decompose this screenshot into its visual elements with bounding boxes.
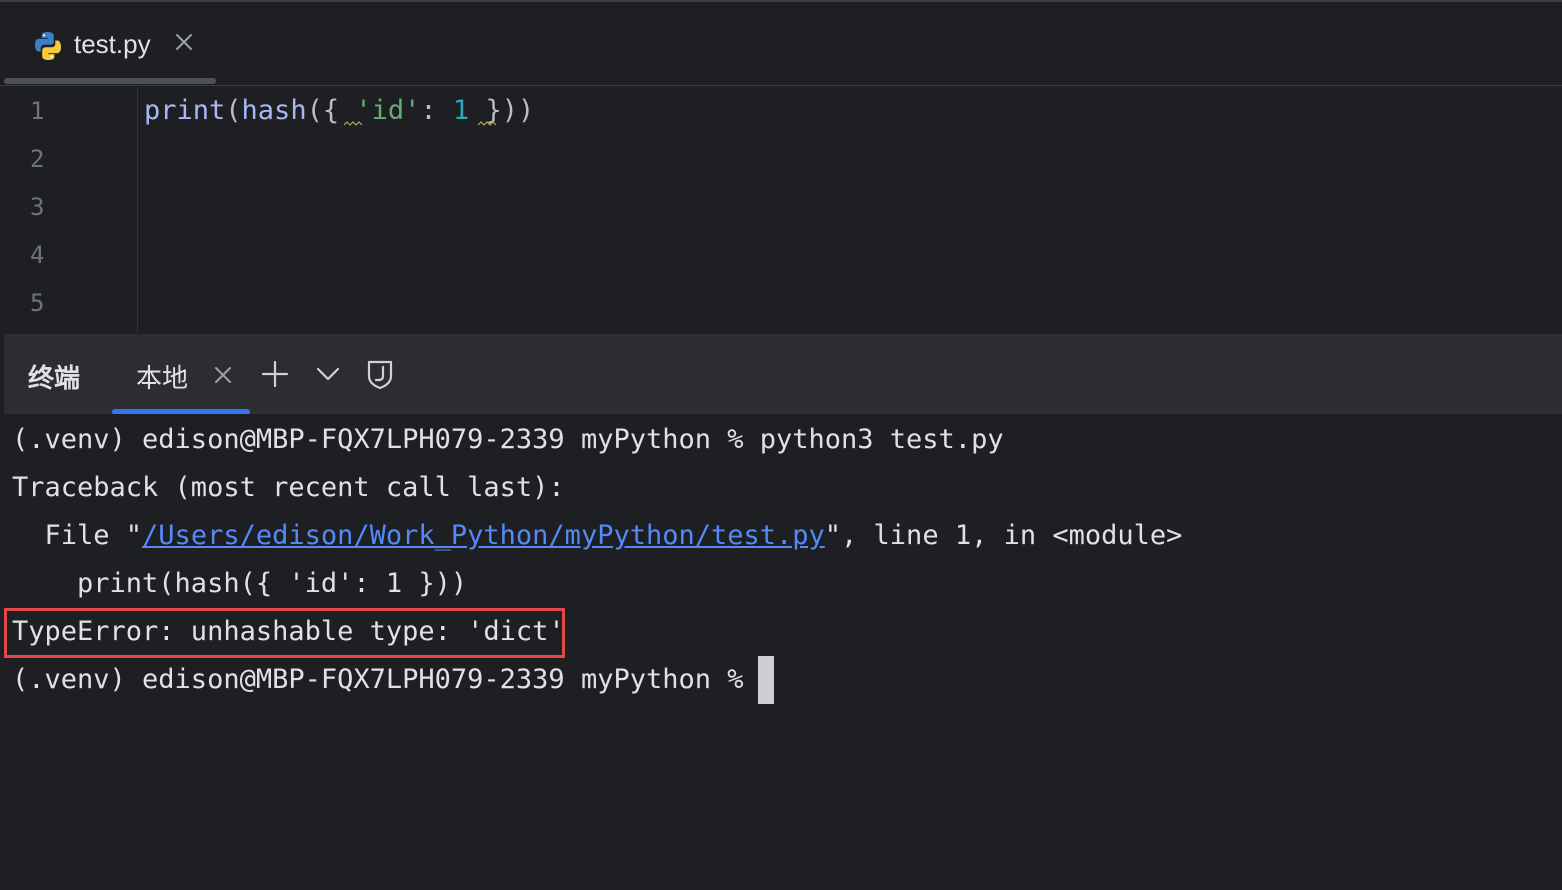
chevron-down-icon[interactable] [312,358,344,390]
terminal-file-line: File "/Users/edison/Work_Python/myPython… [12,512,1183,560]
code-token-print: print [144,95,226,126]
tab-filename: test.py [74,29,151,59]
code-token-string: 'id' [355,95,421,126]
editor-tab-bar: test.py [0,2,1562,86]
file-prefix: File " [12,520,143,551]
line-number: 4 [30,241,45,269]
close-icon[interactable] [172,30,196,54]
line-number: 1 [30,97,45,125]
terminal-tab-local[interactable]: 本地 [112,334,250,415]
terminal-output[interactable]: (.venv) edison@MBP-FQX7LPH079-2339 myPyt… [0,414,1562,890]
prompt-text: (.venv) edison@MBP-FQX7LPH079-2339 myPyt… [12,664,744,695]
error-highlight-box [4,608,565,658]
code-token-colon: : [420,95,453,126]
close-icon[interactable] [212,364,234,386]
editor-tab-test-py[interactable]: test.py [4,2,216,86]
terminal-command-line: (.venv) edison@MBP-FQX7LPH079-2339 myPyt… [12,424,1004,455]
terminal-cursor [757,656,774,704]
terminal-code-echo-line: print(hash({ 'id': 1 })) [12,568,468,599]
line-number: 2 [30,145,45,173]
terminal-title: 终端 [28,364,81,394]
terminal-traceback-line: Traceback (most recent call last): [12,472,565,503]
line-number: 5 [30,289,45,317]
warning-squiggle [344,121,362,126]
tab-active-indicator [4,78,216,84]
code-token-hash: hash [241,95,307,126]
code-token-paren: ( [225,95,242,126]
terminal-prompt-line[interactable]: (.venv) edison@MBP-FQX7LPH079-2339 myPyt… [12,656,774,704]
file-suffix: ", line 1, in <module> [824,520,1183,551]
line-number: 3 [30,193,45,221]
code-token-brace: ({ [306,95,340,126]
code-token-number: 1 [452,95,470,126]
python-icon [35,32,61,60]
line-number-gutter: 1 2 3 4 5 [0,87,138,333]
terminal-header: 终端 本地 [4,334,1562,415]
code-line-1[interactable]: print(hash({ 'id': 1 })) [144,87,534,135]
code-editor[interactable]: 1 2 3 4 5 print(hash({ 'id': 1 })) [0,87,1562,333]
plus-icon[interactable] [259,358,291,390]
terminal-tab-label: 本地 [136,364,189,394]
ide-window: test.py 1 2 3 4 5 print(hash({ 'id': 1 }… [0,0,1562,890]
shield-j-icon[interactable] [364,358,396,390]
warning-squiggle [478,121,496,126]
file-path-link[interactable]: /Users/edison/Work_Python/myPython/test.… [142,520,825,551]
